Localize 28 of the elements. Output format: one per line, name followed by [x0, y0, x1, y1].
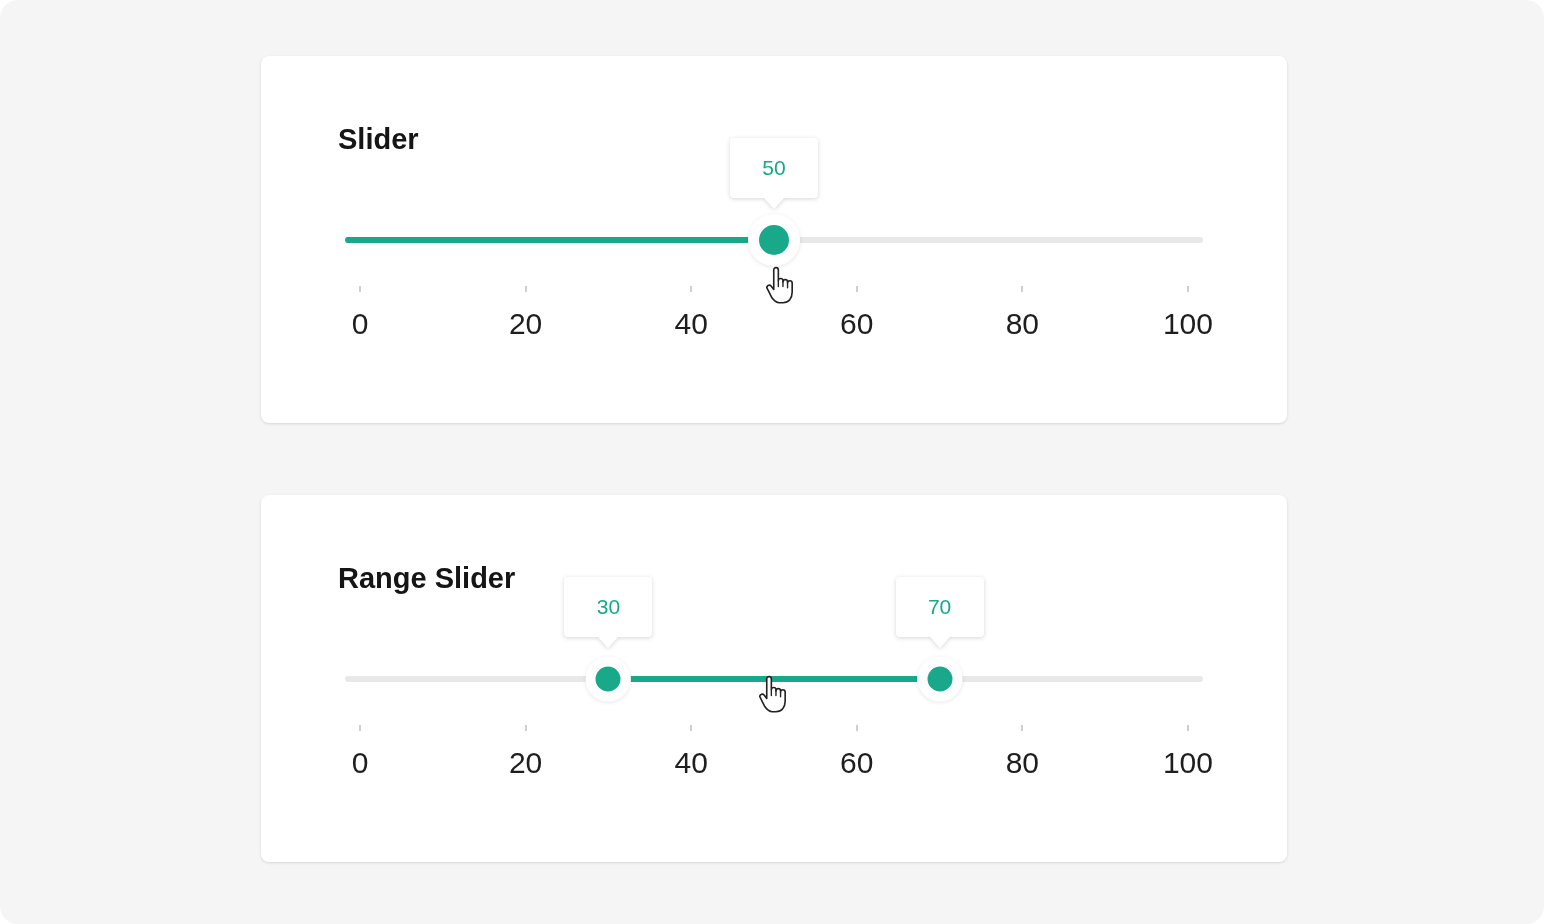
- hand-cursor-icon: [765, 267, 794, 305]
- tick-mark: [1021, 286, 1024, 292]
- tick-label: 100: [1162, 307, 1213, 341]
- tick-label: 80: [1005, 746, 1040, 780]
- tick-mark: [524, 725, 527, 731]
- tick-label: 40: [674, 307, 708, 341]
- tick-mark: [1186, 725, 1189, 731]
- tick-mark: [690, 286, 693, 292]
- tick-mark: [855, 286, 858, 292]
- tick-label: 20: [508, 746, 543, 780]
- tick-label: 0: [351, 307, 369, 341]
- tick-mark: [359, 286, 361, 292]
- tick-mark: [359, 725, 361, 731]
- tick-mark: [855, 725, 858, 731]
- tick-mark: [1186, 286, 1189, 292]
- tick-label: 20: [508, 307, 543, 341]
- tick-label: 100: [1162, 746, 1213, 780]
- tick-mark: [1021, 725, 1024, 731]
- section-title: Slider: [338, 122, 419, 156]
- tick-label: 60: [840, 307, 874, 341]
- hand-cursor-icon: [758, 676, 787, 714]
- tick-label: 60: [840, 746, 874, 780]
- tick-mark: [690, 725, 693, 731]
- tick-mark: [524, 286, 527, 292]
- tick-label: 40: [674, 746, 708, 780]
- tick-label: 80: [1005, 307, 1040, 341]
- tick-label: 0: [351, 746, 369, 780]
- section-title: Range Slider: [338, 561, 516, 595]
